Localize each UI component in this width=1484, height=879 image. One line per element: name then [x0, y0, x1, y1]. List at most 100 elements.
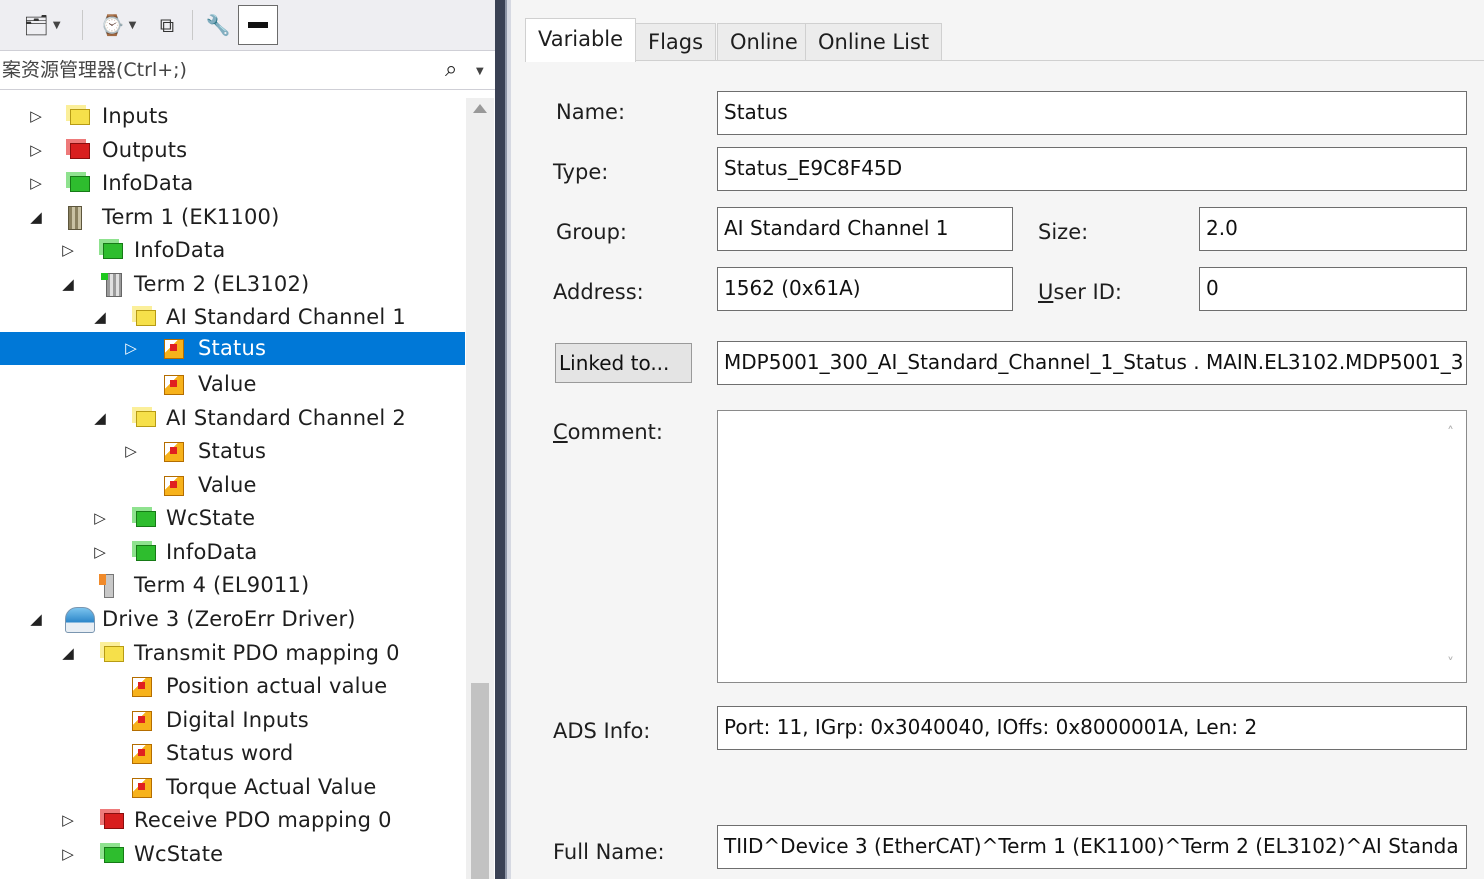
expand-arrow-icon[interactable]: ▷ — [60, 842, 76, 866]
tab-variable[interactable]: Variable — [525, 18, 637, 62]
tree-item[interactable]: ▷ InfoData — [0, 536, 465, 569]
search-icon[interactable]: ⌕ — [445, 57, 457, 82]
collapse-arrow-icon[interactable]: ◢ — [60, 272, 76, 296]
variable-icon — [164, 339, 184, 359]
tree-item[interactable]: ▷ WcState — [0, 838, 465, 871]
tree-item-label: AI Standard Channel 2 — [166, 406, 406, 430]
pane-splitter[interactable] — [495, 0, 511, 879]
variable-icon — [164, 442, 184, 462]
group-field[interactable]: AI Standard Channel 1 — [717, 207, 1013, 251]
expand-arrow-icon[interactable]: ▷ — [28, 138, 44, 162]
properties-button[interactable]: 🔧 — [202, 6, 234, 44]
scroll-up-arrow-icon[interactable]: ˄ — [1447, 425, 1454, 441]
expand-arrow-icon[interactable]: ▷ — [28, 171, 44, 195]
ads-info-label: ADS Info: — [553, 719, 651, 743]
expand-arrow-icon[interactable]: ▷ — [123, 336, 139, 360]
tree-item[interactable]: ◢ Transmit PDO mapping 0 — [0, 637, 465, 670]
tree-item-label: Digital Inputs — [166, 708, 309, 732]
tree-item[interactable]: ▷ Receive PDO mapping 0 — [0, 804, 465, 837]
full-name-field[interactable]: TIID^Device 3 (EtherCAT)^Term 1 (EK1100)… — [717, 825, 1467, 869]
tree-item[interactable]: Digital Inputs — [0, 704, 465, 737]
tree-item-label: Drive 3 (ZeroErr Driver) — [102, 607, 356, 631]
scroll-thumb[interactable] — [471, 683, 489, 879]
tree-item[interactable]: ▷ Status — [0, 435, 465, 468]
tree-item-label: Status — [198, 336, 267, 360]
tab-online[interactable]: Online — [717, 23, 811, 61]
tree-item-label: InfoData — [102, 171, 194, 195]
tree-item[interactable]: ▷ Inputs — [0, 100, 465, 133]
search-bar: ⌕ ▼ — [0, 51, 495, 90]
variable-icon — [164, 476, 184, 496]
coupler-terminal-icon — [68, 206, 82, 230]
comment-label-access-key: C — [553, 420, 568, 444]
pending-changes-filter-button[interactable]: ⌚ ▼ — [92, 6, 144, 44]
end-terminal-icon — [99, 574, 114, 598]
collapse-arrow-icon[interactable]: ◢ — [60, 641, 76, 665]
tab-online-list[interactable]: Online List — [805, 23, 943, 61]
tree-item[interactable]: ◢ Term 1 (EK1100) — [0, 201, 465, 234]
tree-item-label: Position actual value — [166, 674, 388, 698]
ads-info-field[interactable]: Port: 11, IGrp: 0x3040040, IOffs: 0x8000… — [717, 706, 1467, 750]
tree-item[interactable]: Torque Actual Value — [0, 771, 465, 804]
infodata-folder-icon — [70, 176, 90, 192]
tree-item-label: WcState — [166, 506, 256, 530]
tree-item-selected[interactable]: ▷ Status — [0, 332, 465, 365]
sync-with-active-document-button[interactable]: 🗂 ▼ — [14, 6, 70, 44]
tree-item[interactable]: Value — [0, 368, 465, 401]
linked-to-field[interactable]: MDP5001_300_AI_Standard_Channel_1_Status… — [717, 341, 1467, 385]
tree-item[interactable]: ▷ Outputs — [0, 134, 465, 167]
wcstate-folder-icon — [104, 847, 124, 863]
tree-item-label: Transmit PDO mapping 0 — [134, 641, 400, 665]
tree-item[interactable]: ◢ AI Standard Channel 2 — [0, 402, 465, 435]
chevron-down-icon[interactable]: ▼ — [476, 66, 484, 77]
channel-folder-icon — [136, 310, 156, 326]
tab-divider — [525, 60, 1484, 61]
variable-icon — [132, 744, 152, 764]
scroll-up-arrow-icon[interactable] — [473, 104, 487, 113]
tree-item[interactable]: Position actual value — [0, 670, 465, 703]
tree-item[interactable]: Value — [0, 469, 465, 502]
tree-item[interactable]: ▷ WcState — [0, 502, 465, 535]
tree-item-label: Status word — [166, 741, 294, 765]
collapse-arrow-icon[interactable]: ◢ — [28, 607, 44, 631]
comment-textarea[interactable]: ˄ ˅ — [717, 410, 1467, 683]
expand-arrow-icon[interactable]: ▷ — [92, 506, 108, 530]
collapse-arrow-icon[interactable]: ◢ — [92, 406, 108, 430]
linked-to-button[interactable]: Linked to... — [555, 343, 692, 383]
tree-item[interactable]: ◢ Term 2 (EL3102) — [0, 268, 465, 301]
search-input[interactable] — [0, 51, 432, 89]
tree-item[interactable]: ◢ AI Standard Channel 1 — [0, 301, 465, 334]
tree-item-label: Term 2 (EL3102) — [134, 272, 310, 296]
type-field[interactable]: Status_E9C8F45D — [717, 147, 1467, 191]
collapse-arrow-icon[interactable]: ◢ — [92, 305, 108, 329]
expand-arrow-icon[interactable]: ▷ — [123, 439, 139, 463]
comment-label-text: omment: — [567, 420, 663, 444]
tree-item[interactable]: Term 4 (EL9011) — [0, 569, 465, 602]
tree-scrollbar[interactable] — [466, 98, 494, 879]
size-field[interactable]: 2.0 — [1199, 207, 1467, 251]
scroll-down-arrow-icon[interactable]: ˅ — [1447, 656, 1454, 672]
tree-item[interactable]: ▷ InfoData — [0, 234, 465, 267]
address-field[interactable]: 1562 (0x61A) — [717, 267, 1013, 311]
name-field[interactable]: Status — [717, 91, 1467, 135]
sync-icon: 🗂 — [23, 13, 49, 37]
expand-arrow-icon[interactable]: ▷ — [60, 238, 76, 262]
expand-arrow-icon[interactable]: ▷ — [92, 540, 108, 564]
outputs-folder-icon — [70, 143, 90, 159]
tab-flags[interactable]: Flags — [635, 23, 717, 61]
tree-item-label: InfoData — [134, 238, 226, 262]
name-label: Name: — [556, 100, 626, 124]
expand-arrow-icon[interactable]: ▷ — [60, 808, 76, 832]
tree-item[interactable]: Status word — [0, 737, 465, 770]
inputs-folder-icon — [70, 109, 90, 125]
preview-selected-items-button[interactable] — [238, 5, 278, 45]
user-id-field[interactable]: 0 — [1199, 267, 1467, 311]
collapse-all-button[interactable]: ⧉ — [152, 6, 182, 44]
toolbar-separator — [82, 10, 83, 40]
tree-item[interactable]: ▷ InfoData — [0, 167, 465, 200]
expand-arrow-icon[interactable]: ▷ — [28, 104, 44, 128]
collapse-arrow-icon[interactable]: ◢ — [28, 205, 44, 229]
variable-icon — [164, 375, 184, 395]
tree-item-label: Inputs — [102, 104, 169, 128]
tree-item[interactable]: ◢ Drive 3 (ZeroErr Driver) — [0, 603, 465, 636]
